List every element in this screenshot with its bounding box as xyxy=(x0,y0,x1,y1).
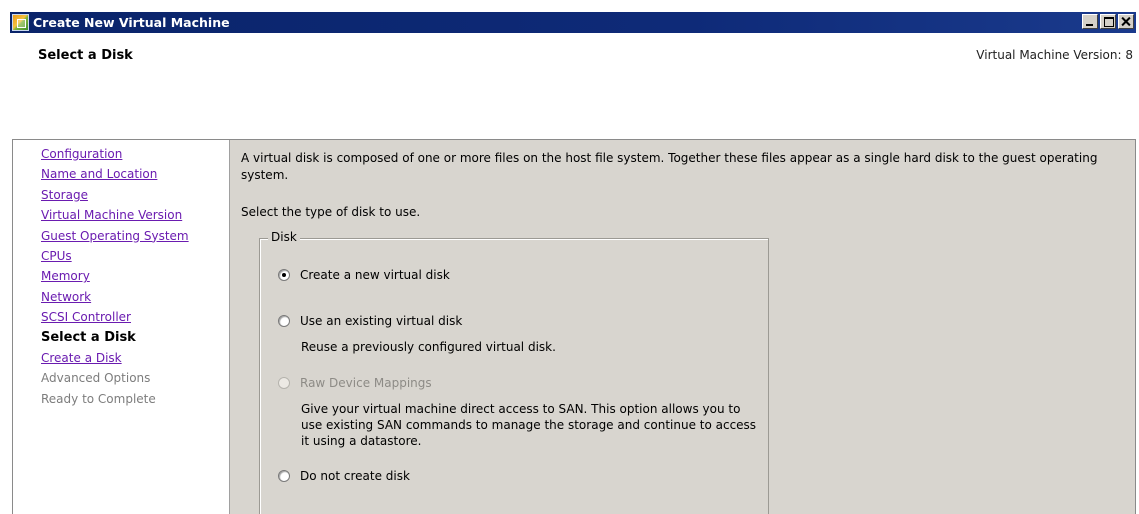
step-ready-to-complete: Ready to Complete xyxy=(41,391,156,406)
step-configuration[interactable]: Configuration xyxy=(41,144,229,164)
step-create-a-disk[interactable]: Create a Disk xyxy=(41,348,229,368)
step-cpus[interactable]: CPUs xyxy=(41,246,229,266)
close-icon[interactable] xyxy=(1118,14,1134,29)
step-advanced-options: Advanced Options xyxy=(41,371,151,386)
option-label: Do not create disk xyxy=(300,469,410,483)
radio-raw-device-mappings xyxy=(278,377,290,389)
window-titlebar[interactable]: Create New Virtual Machine xyxy=(10,12,1136,33)
option-create-new-disk[interactable]: Create a new virtual disk xyxy=(278,268,450,282)
option-do-not-create-disk[interactable]: Do not create disk xyxy=(278,469,410,483)
step-scsi-controller[interactable]: SCSI Controller xyxy=(41,307,229,327)
radio-use-existing-disk[interactable] xyxy=(278,315,290,327)
option-label: Use an existing virtual disk xyxy=(300,314,463,328)
step-name-and-location[interactable]: Name and Location xyxy=(41,164,229,184)
page-title: Select a Disk xyxy=(38,48,133,63)
vsphere-app-icon xyxy=(12,14,29,31)
wizard-steps-nav: Configuration Name and Location Storage … xyxy=(13,140,230,514)
window-title: Create New Virtual Machine xyxy=(33,15,230,30)
option-use-existing-disk[interactable]: Use an existing virtual disk xyxy=(278,314,462,328)
disk-groupbox: Disk Create a new virtual disk Use an ex… xyxy=(259,230,769,514)
option-description: Give your virtual machine direct access … xyxy=(301,402,757,448)
step-storage[interactable]: Storage xyxy=(41,185,229,205)
step-select-a-disk: Select a Disk xyxy=(41,329,136,345)
disk-type-prompt: Select the type of disk to use. xyxy=(241,205,421,219)
radio-do-not-create-disk[interactable] xyxy=(278,470,290,482)
radio-create-new-disk[interactable] xyxy=(278,269,290,281)
step-network[interactable]: Network xyxy=(41,287,229,307)
disk-group-legend: Disk xyxy=(268,230,300,244)
minimize-icon[interactable] xyxy=(1082,14,1098,29)
wizard-content: A virtual disk is composed of one or mor… xyxy=(231,140,1135,514)
maximize-icon[interactable] xyxy=(1100,14,1116,29)
option-label: Raw Device Mappings xyxy=(300,376,432,390)
option-description: Reuse a previously configured virtual di… xyxy=(301,340,556,354)
wizard-panel: Configuration Name and Location Storage … xyxy=(12,139,1136,514)
option-raw-device-mappings: Raw Device Mappings xyxy=(278,376,432,390)
window-controls xyxy=(1082,14,1134,29)
disk-description: A virtual disk is composed of one or mor… xyxy=(241,151,1098,182)
vm-version-label: Virtual Machine Version: 8 xyxy=(976,48,1133,62)
step-guest-operating-system[interactable]: Guest Operating System xyxy=(41,226,229,246)
step-memory[interactable]: Memory xyxy=(41,266,229,286)
step-virtual-machine-version[interactable]: Virtual Machine Version xyxy=(41,205,229,225)
option-label: Create a new virtual disk xyxy=(300,268,450,282)
